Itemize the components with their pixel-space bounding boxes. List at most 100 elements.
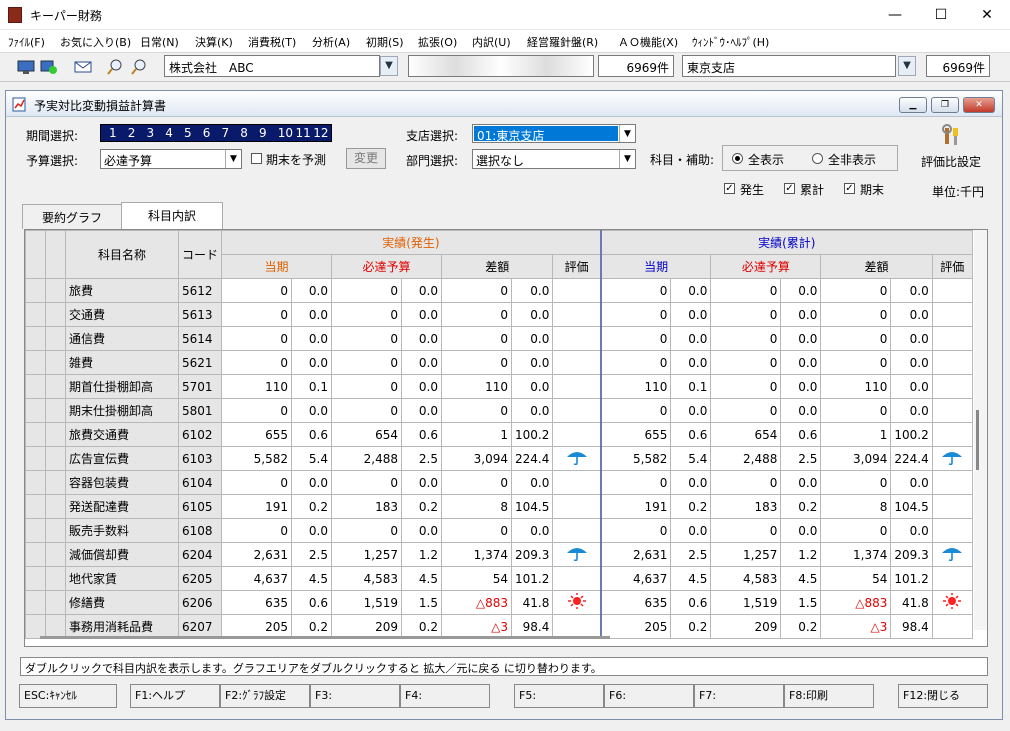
month-4[interactable]: 4 xyxy=(165,126,184,140)
data-grid[interactable]: 科目名称 コード 実績(発生) 実績(累計) 当期 必達予算 差額 評価 当期 … xyxy=(24,229,988,647)
close-button[interactable]: ✕ xyxy=(964,0,1010,30)
f4-button[interactable]: F4: xyxy=(400,684,490,708)
table-row[interactable]: 減価償却費 6204 2,631 2.5 1,257 1.2 1,374 209.3 2,631… xyxy=(25,542,973,567)
menu-extend[interactable]: 拡張(O) xyxy=(418,34,457,50)
company-field[interactable]: 株式会社 ABC xyxy=(164,55,380,77)
f5-button[interactable]: F5: xyxy=(514,684,604,708)
table-row[interactable]: 販売手数料 6108 0 0.0 0 0.0 0 0.0 0 0.0 0 0.0 0 0.0 xyxy=(25,518,973,543)
child-close-button[interactable]: ✕ xyxy=(963,97,995,113)
change-button[interactable]: 変更 xyxy=(346,148,386,169)
grid-table: 科目名称 コード 実績(発生) 実績(累計) 当期 必達予算 差額 評価 当期 … xyxy=(25,230,973,639)
minimize-button[interactable]: — xyxy=(872,0,918,30)
f1-help-button[interactable]: F1:ヘルプ xyxy=(130,684,220,708)
table-row[interactable]: 旅費 5612 0 0.0 0 0.0 0 0.0 0 0.0 0 0.0 0 0.0 xyxy=(25,278,973,303)
month-10[interactable]: 10 xyxy=(278,126,296,140)
table-row[interactable]: 期末仕掛棚卸高 5801 0 0.0 0 0.0 0 0.0 0 0.0 0 0.0 0 0.0 xyxy=(25,398,973,423)
child-minimize-button[interactable]: ▁ xyxy=(899,97,927,113)
month-12[interactable]: 12 xyxy=(313,126,331,140)
budget-amount-cell: 0 xyxy=(331,374,403,399)
month-7[interactable]: 7 xyxy=(222,126,241,140)
period-selector[interactable]: 1 2 3 4 5 6 7 8 9 10 11 12 xyxy=(100,124,332,142)
menu-initial[interactable]: 初期(S) xyxy=(366,34,404,50)
monitor-icon[interactable] xyxy=(15,57,37,77)
eval-cell xyxy=(552,350,602,375)
company-dropdown-icon[interactable]: ▼ xyxy=(380,56,398,76)
budget-ratio-cell: 0.0 xyxy=(401,470,443,495)
table-row[interactable]: 交通費 5613 0 0.0 0 0.0 0 0.0 0 0.0 0 0.0 0 0.0 xyxy=(25,302,973,327)
eval-setting-label[interactable]: 評価比設定 xyxy=(921,153,981,170)
table-row[interactable]: 地代家賃 6205 4,637 4.5 4,583 4.5 54 101.2 4,637 4.5 4… xyxy=(25,566,973,591)
chevron-down-icon[interactable]: ▼ xyxy=(619,125,635,142)
zoom-out-icon[interactable] xyxy=(128,57,150,77)
chevron-down-icon[interactable]: ▼ xyxy=(225,150,241,168)
dept-select[interactable]: 選択なし ▼ xyxy=(472,149,636,169)
table-row[interactable]: 発送配達費 6105 191 0.2 183 0.2 8 104.5 191 0.2 183 0.2 8… xyxy=(25,494,973,519)
month-1[interactable]: 1 xyxy=(109,126,128,140)
table-row[interactable]: 修繕費 6206 635 0.6 1,519 1.5 △883 41.8 635 0.6 1,519… xyxy=(25,590,973,615)
hassei-checkbox[interactable]: ✓ xyxy=(724,183,735,194)
menu-daily[interactable]: 日常(N) xyxy=(140,34,179,50)
ruikei-checkbox[interactable]: ✓ xyxy=(784,183,795,194)
f6-button[interactable]: F6: xyxy=(604,684,694,708)
f12-close-button[interactable]: F12:閉じる xyxy=(898,684,988,708)
f7-button[interactable]: F7: xyxy=(694,684,784,708)
chevron-down-icon[interactable]: ▼ xyxy=(619,150,635,168)
menu-ao[interactable]: ＡＯ機能(X) xyxy=(618,34,678,50)
show-all-label: 全表示 xyxy=(748,153,785,167)
menu-breakdown[interactable]: 内訳(U) xyxy=(472,34,511,50)
menu-tax[interactable]: 消費税(T) xyxy=(248,34,296,50)
hide-all-radio[interactable] xyxy=(812,153,823,164)
table-row[interactable]: 雑費 5621 0 0.0 0 0.0 0 0.0 0 0.0 0 0.0 0 0.0 xyxy=(25,350,973,375)
budget-select[interactable]: 必達予算 ▼ xyxy=(100,149,242,169)
tab-account-detail[interactable]: 科目内訳 xyxy=(121,202,223,229)
month-8[interactable]: 8 xyxy=(240,126,259,140)
current-amount-cell: 0 xyxy=(600,518,672,543)
menu-compass[interactable]: 経営羅針盤(R) xyxy=(527,34,598,50)
mail-icon[interactable] xyxy=(72,57,94,77)
diff-amount-cell: 1 xyxy=(820,422,892,447)
diff-ratio-cell: 0.0 xyxy=(511,374,554,399)
settings-tools-icon[interactable] xyxy=(940,124,964,148)
current-amount-cell: 635 xyxy=(600,590,672,615)
menu-window-help[interactable]: ｳｨﾝﾄﾞｳ･ﾍﾙﾌﾟ(H) xyxy=(692,34,769,50)
f3-button[interactable]: F3: xyxy=(310,684,400,708)
month-2[interactable]: 2 xyxy=(128,126,147,140)
budget-ratio-cell: 1.5 xyxy=(780,590,822,615)
table-row[interactable]: 旅費交通費 6102 655 0.6 654 0.6 1 100.2 655 0.6 654 0.6 1… xyxy=(25,422,973,447)
refresh-icon[interactable] xyxy=(38,57,60,77)
forecast-checkbox[interactable] xyxy=(251,153,262,164)
kimatsu-checkbox[interactable]: ✓ xyxy=(844,183,855,194)
branch-field[interactable]: 東京支店 xyxy=(682,55,896,77)
table-row[interactable]: 事務用消耗品費 6207 205 0.2 209 0.2 △3 98.4 205 0.2 209 0.… xyxy=(25,614,973,639)
branch-select[interactable]: 01:東京支店 ▼ xyxy=(472,124,636,143)
f2-graph-settings-button[interactable]: F2:ｸﾞﾗﾌ設定 xyxy=(220,684,310,708)
menu-favorites[interactable]: お気に入り(B) xyxy=(60,34,131,50)
current-ratio-cell: 0.6 xyxy=(291,590,333,615)
diff-amount-cell: 0 xyxy=(820,470,892,495)
menu-analysis[interactable]: 分析(A) xyxy=(312,34,350,50)
f8-print-button[interactable]: F8:印刷 xyxy=(784,684,874,708)
maximize-button[interactable]: ☐ xyxy=(918,0,964,30)
month-6[interactable]: 6 xyxy=(203,126,222,140)
esc-cancel-button[interactable]: ESC:ｷｬﾝｾﾙ xyxy=(19,684,117,708)
row-header-cell xyxy=(45,374,66,399)
zoom-in-icon[interactable] xyxy=(104,57,126,77)
budget-ratio-cell: 0.2 xyxy=(780,614,822,639)
branch-dropdown-icon[interactable]: ▼ xyxy=(898,56,916,76)
tab-summary-graph[interactable]: 要約グラフ xyxy=(22,204,122,229)
budget-ratio-cell: 0.0 xyxy=(780,470,822,495)
show-all-radio[interactable] xyxy=(732,153,743,164)
horizontal-scroll-thumb[interactable] xyxy=(40,636,610,639)
menu-file[interactable]: ﾌｧｲﾙ(F) xyxy=(8,34,45,50)
month-3[interactable]: 3 xyxy=(147,126,166,140)
table-row[interactable]: 通信費 5614 0 0.0 0 0.0 0 0.0 0 0.0 0 0.0 0 0.0 xyxy=(25,326,973,351)
table-row[interactable]: 容器包装費 6104 0 0.0 0 0.0 0 0.0 0 0.0 0 0.0 0 0.0 xyxy=(25,470,973,495)
table-row[interactable]: 期首仕掛棚卸高 5701 110 0.1 0 0.0 110 0.0 110 0.1 0 0.0 110… xyxy=(25,374,973,399)
menu-settlement[interactable]: 決算(K) xyxy=(195,34,233,50)
vertical-scroll-thumb[interactable] xyxy=(976,410,979,470)
child-restore-button[interactable]: ❐ xyxy=(931,97,959,113)
month-5[interactable]: 5 xyxy=(184,126,203,140)
month-9[interactable]: 9 xyxy=(259,126,278,140)
table-row[interactable]: 広告宣伝費 6103 5,582 5.4 2,488 2.5 3,094 224.4 5,582… xyxy=(25,446,973,471)
month-11[interactable]: 11 xyxy=(296,126,314,140)
